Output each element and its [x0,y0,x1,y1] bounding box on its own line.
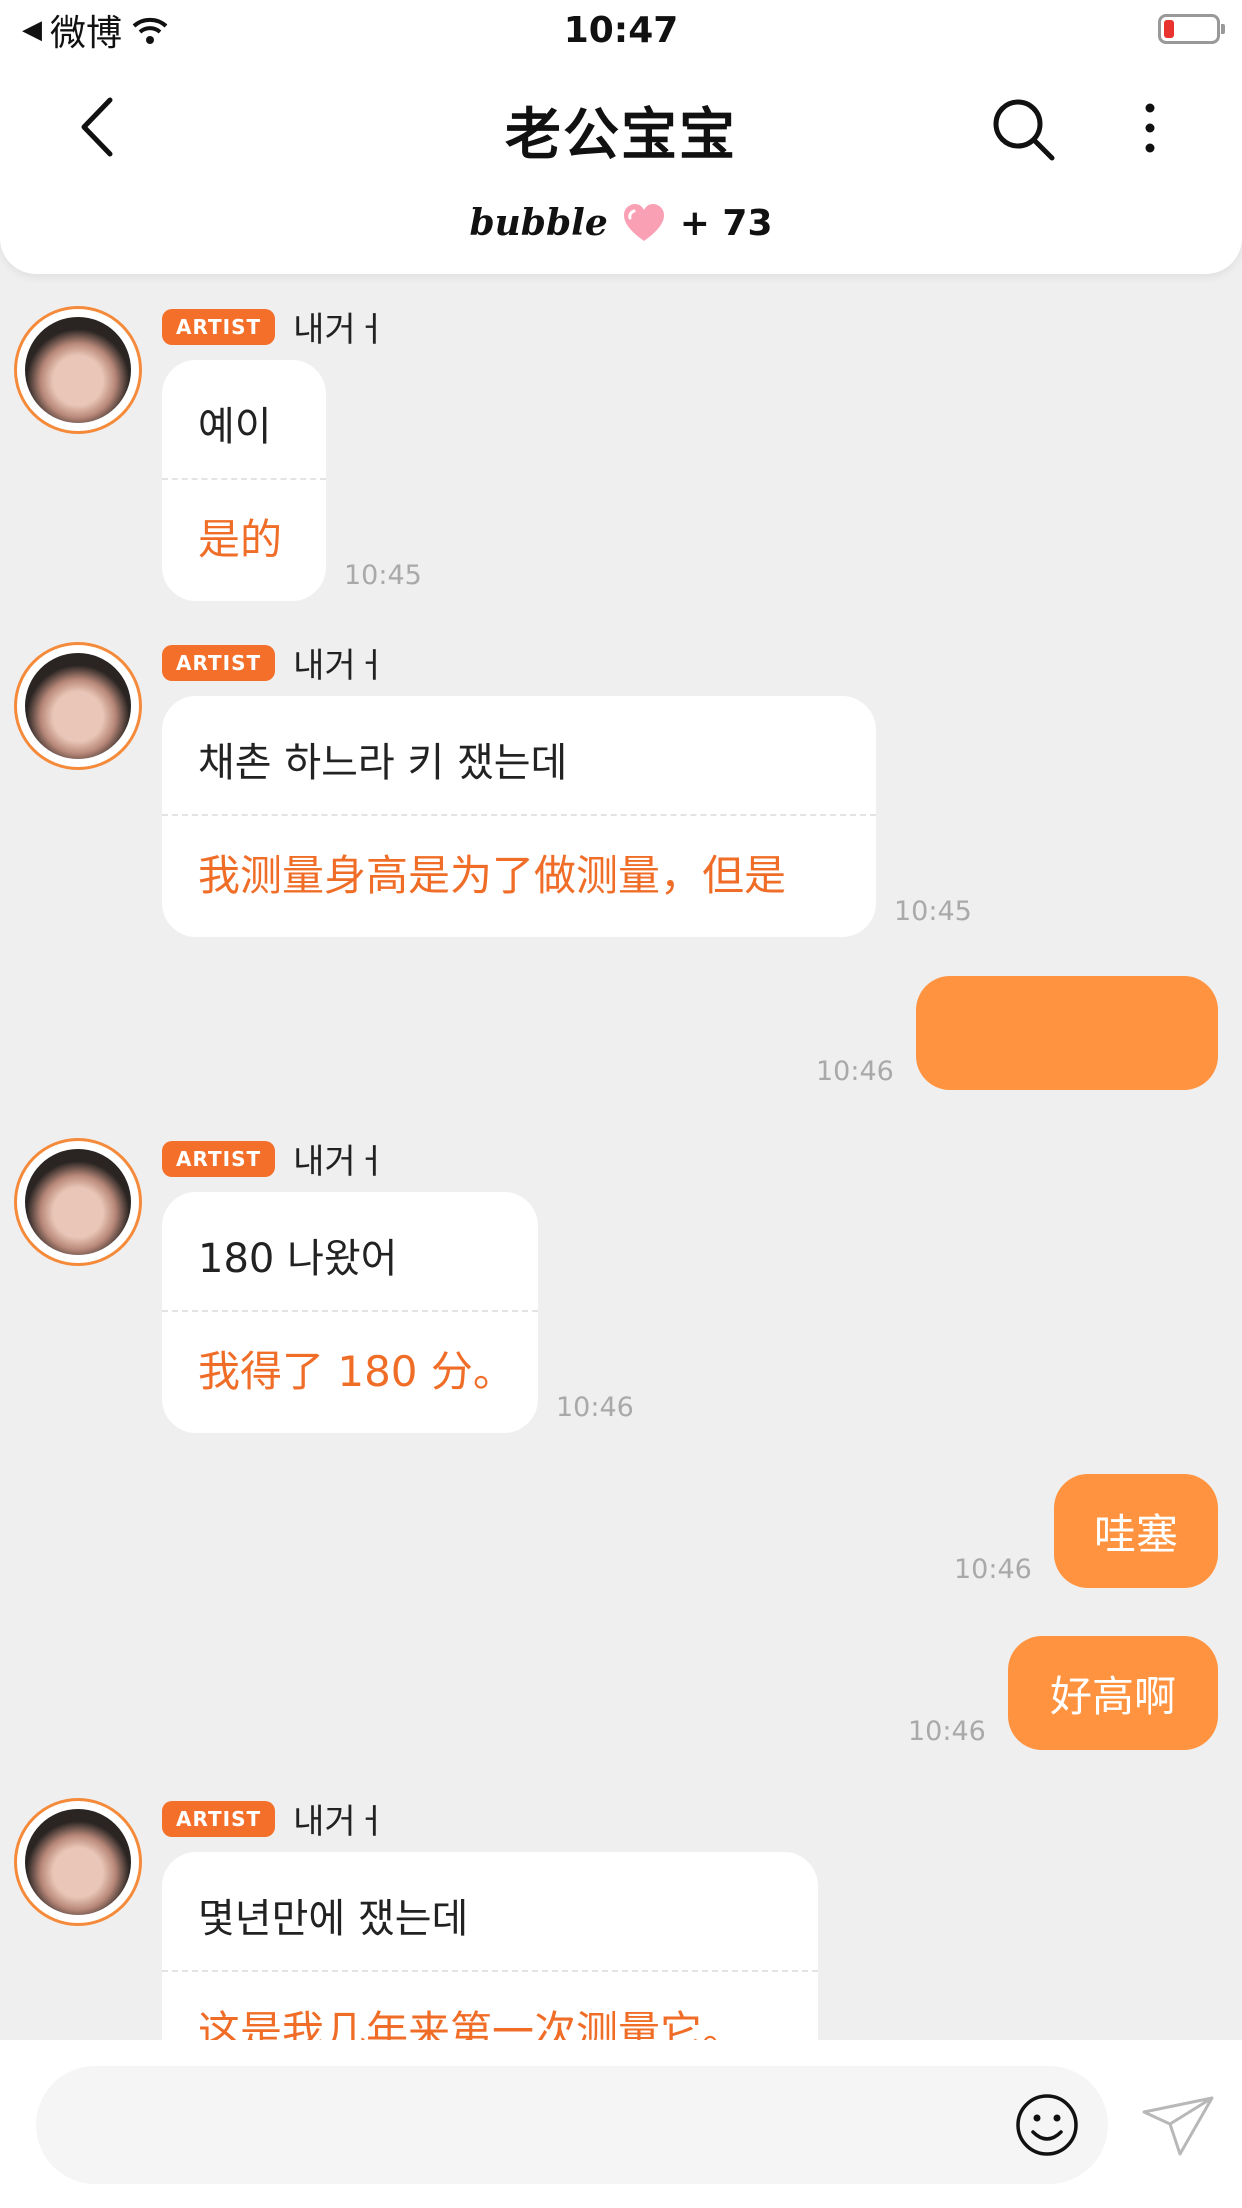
sender-name: 내거ㅓ [293,646,387,686]
artist-badge: ARTIST [162,644,276,681]
artist-badge: ARTIST [162,1140,276,1177]
message-translation: 我测量身高是为了做测量，但是 [198,851,787,900]
heart-icon [623,204,664,241]
artist-badge: ARTIST [162,1800,276,1837]
paper-plane-icon[interactable] [1140,2092,1216,2158]
artist-avatar[interactable] [14,306,142,434]
sender-name: 내거ㅓ [293,1142,387,1182]
message-time: 10:46 [816,1056,894,1087]
message-time: 10:46 [908,1716,986,1747]
message-time: 10:46 [556,1392,634,1423]
message-translation: 我得了 180 分。 [198,1347,515,1396]
chat-header: 老公宝宝 bubble + 73 [0,62,1242,274]
more-vertical-icon[interactable] [1130,98,1170,158]
sender-row: ARTIST 내거ㅓ [162,1134,387,1183]
status-time: 10:47 [563,10,679,51]
message-text: 예이 [198,404,272,450]
message-text: 몇년만에 쟀는데 [198,1896,469,1942]
incoming-message[interactable]: 채촌 하느라 키 쟀는데 我测量身高是为了做测量，但是 [162,696,876,937]
outgoing-message[interactable]: 哇塞 [1054,1474,1218,1588]
message-text: 채촌 하느라 키 쟀는데 [198,740,568,786]
bubble-logo: bubble [469,202,608,244]
sender-name: 내거ㅓ [293,310,387,350]
artist-avatar[interactable] [14,1798,142,1926]
outgoing-message[interactable] [916,976,1218,1090]
subscriber-count: + 73 [679,202,773,244]
message-text: 180 나왔어 [198,1236,398,1282]
sender-name: 내거ㅓ [293,1802,387,1842]
incoming-message[interactable]: 예이 是的 [162,360,326,601]
message-translation: 是的 [198,515,283,564]
incoming-message[interactable]: 180 나왔어 我得了 180 分。 [162,1192,538,1433]
outgoing-message[interactable]: 好高啊 [1008,1636,1218,1750]
composer-bar [0,2040,1242,2208]
smile-icon[interactable] [1014,2092,1080,2158]
status-bar: ◀ 微博 10:47 [0,0,1242,62]
sender-row: ARTIST 내거ㅓ [162,1794,387,1843]
search-icon[interactable] [988,94,1058,164]
message-input[interactable] [36,2066,1108,2184]
message-time: 10:45 [894,896,972,927]
sender-row: ARTIST 내거ㅓ [162,638,387,687]
bubble-subscription[interactable]: bubble + 73 [0,202,1242,244]
sender-row: ARTIST 내거ㅓ [162,302,387,351]
artist-badge: ARTIST [162,308,276,345]
battery-icon [1158,14,1225,44]
artist-avatar[interactable] [14,642,142,770]
message-time: 10:45 [344,560,422,591]
message-time: 10:46 [954,1554,1032,1585]
artist-avatar[interactable] [14,1138,142,1266]
